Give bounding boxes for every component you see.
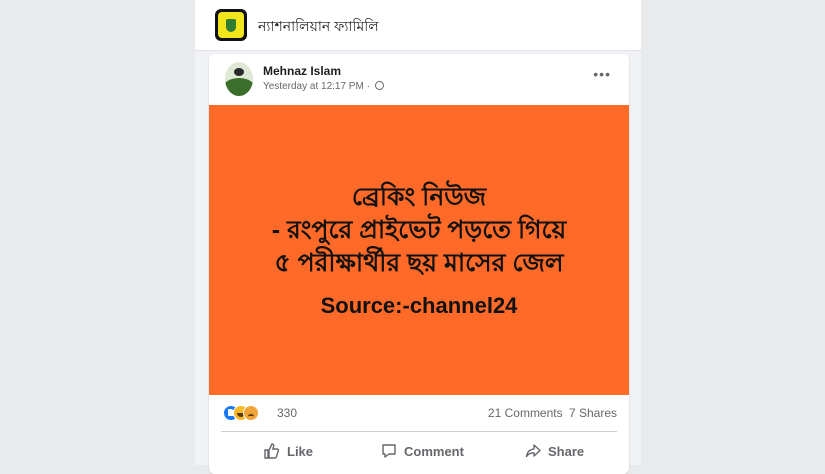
group-name[interactable]: ন্যাশনালিয়ান ফ্যামিলি <box>258 15 379 39</box>
post-actions: Like Comment Share <box>209 434 629 468</box>
author-name[interactable]: Mehnaz Islam <box>263 64 341 78</box>
image-source: Source:-channel24 <box>320 293 518 318</box>
image-headline-line1: ব্রেকিং নিউজ <box>351 183 487 211</box>
avatar-hill-icon <box>225 78 253 96</box>
thumbs-up-icon <box>264 443 280 459</box>
image-headline-line2: - রংপুরে প্রাইভেট পড়তে গিয়ে <box>271 216 567 244</box>
comment-icon <box>382 444 396 458</box>
reaction-count: 330 <box>277 406 298 420</box>
comments-count[interactable]: 21 Comments <box>488 406 563 420</box>
group-logo-icon <box>218 12 244 38</box>
post-card: Mehnaz Islam Yesterday at 12:17 PM · •••… <box>209 54 629 474</box>
sad-icon <box>243 405 259 421</box>
comment-button[interactable]: Comment <box>381 434 464 468</box>
shares-count[interactable]: 7 Shares <box>569 406 617 420</box>
like-button[interactable]: Like <box>264 434 313 468</box>
author-avatar[interactable] <box>225 62 253 96</box>
like-label: Like <box>287 443 314 459</box>
avatar-bird-icon <box>234 68 244 76</box>
post-meta: Yesterday at 12:17 PM · <box>263 81 384 92</box>
divider <box>221 431 617 432</box>
image-headline-line3: ৫ পরীক্ষার্থীর ছয় মাসের জেল <box>274 249 564 277</box>
group-header: ন্যাশনালিয়ান ফ্যামিলি <box>195 0 641 51</box>
more-options-button[interactable]: ••• <box>593 66 611 82</box>
group-logo[interactable] <box>215 9 247 41</box>
image-headline: ব্রেকিং নিউজ - রংপুরে প্রাইভেট পড়তে গিয… <box>209 181 629 280</box>
globe-icon <box>374 81 384 90</box>
engagement-stats: 21 Comments 7 Shares <box>485 406 617 420</box>
feed-column: ন্যাশনালিয়ান ফ্যামিলি Mehnaz Islam Yest… <box>195 0 641 474</box>
comment-label: Comment <box>404 443 464 459</box>
share-button[interactable]: Share <box>525 434 584 468</box>
post-timestamp[interactable]: Yesterday at 12:17 PM <box>263 81 364 92</box>
meta-separator: · <box>366 81 370 92</box>
post-image[interactable]: ব্রেকিং নিউজ - রংপুরে প্রাইভেট পড়তে গিয… <box>209 105 629 395</box>
share-icon <box>525 444 541 458</box>
share-label: Share <box>548 443 585 459</box>
